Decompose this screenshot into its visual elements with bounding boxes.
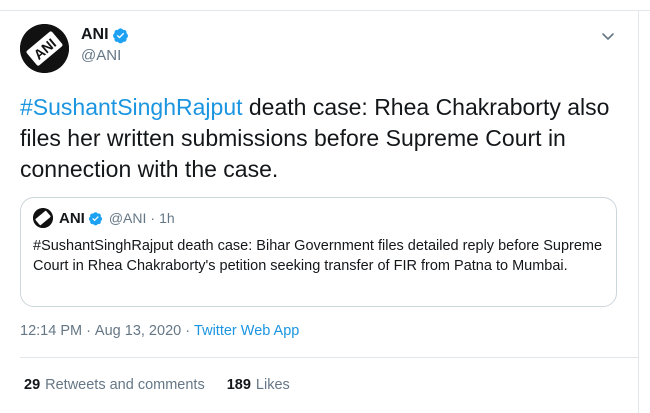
quoted-author-handle: @ANI (108, 210, 147, 226)
likes-stat[interactable]: 189 Likes (227, 377, 290, 393)
tweet-text: #SushantSinghRajput death case: Rhea Cha… (20, 92, 630, 185)
tweet-card: ANI ANI @ANI #SushantSinghRajput death c… (0, 0, 650, 413)
quoted-avatar (33, 208, 53, 228)
author-name[interactable]: ANI (81, 26, 109, 44)
quoted-tweet-header: ANI @ANI · 1h (33, 208, 175, 228)
likes-count: 189 (226, 377, 251, 393)
chevron-down-icon[interactable] (600, 28, 616, 44)
tweet-hashtag[interactable]: #SushantSinghRajput (20, 94, 243, 120)
verified-badge-icon (112, 27, 129, 44)
tweet-stats: 29 Retweets and comments 189 Likes (24, 377, 312, 393)
meta-separator-1: · (86, 323, 91, 339)
likes-label: Likes (255, 377, 290, 393)
retweets-label: Retweets and comments (45, 377, 205, 393)
tweet-meta: 12:14 PM · Aug 13, 2020 · Twitter Web App (20, 323, 299, 339)
quoted-tweet[interactable]: ANI @ANI · 1h #SushantSinghRajput death … (20, 197, 617, 307)
quoted-tweet-text: #SushantSinghRajput death case: Bihar Go… (33, 238, 603, 274)
quoted-time: 1h (159, 210, 175, 226)
tweet-date[interactable]: Aug 13, 2020 (95, 323, 181, 339)
quoted-author-name: ANI (59, 209, 85, 227)
right-border (638, 10, 639, 413)
quoted-separator: · (150, 210, 156, 226)
verified-badge-icon (88, 211, 103, 226)
retweets-stat[interactable]: 29 Retweets and comments (24, 377, 205, 393)
author-block: ANI @ANI (81, 26, 129, 64)
retweets-count: 29 (24, 377, 41, 393)
meta-separator-2: · (185, 323, 191, 339)
tweet-source-link[interactable]: Twitter Web App (194, 323, 299, 339)
top-border (0, 10, 650, 11)
avatar[interactable]: ANI (20, 24, 69, 73)
tweet-time[interactable]: 12:14 PM (20, 323, 82, 339)
author-handle[interactable]: @ANI (81, 47, 129, 64)
stats-divider (20, 357, 638, 358)
ani-logo: ANI (20, 24, 69, 73)
